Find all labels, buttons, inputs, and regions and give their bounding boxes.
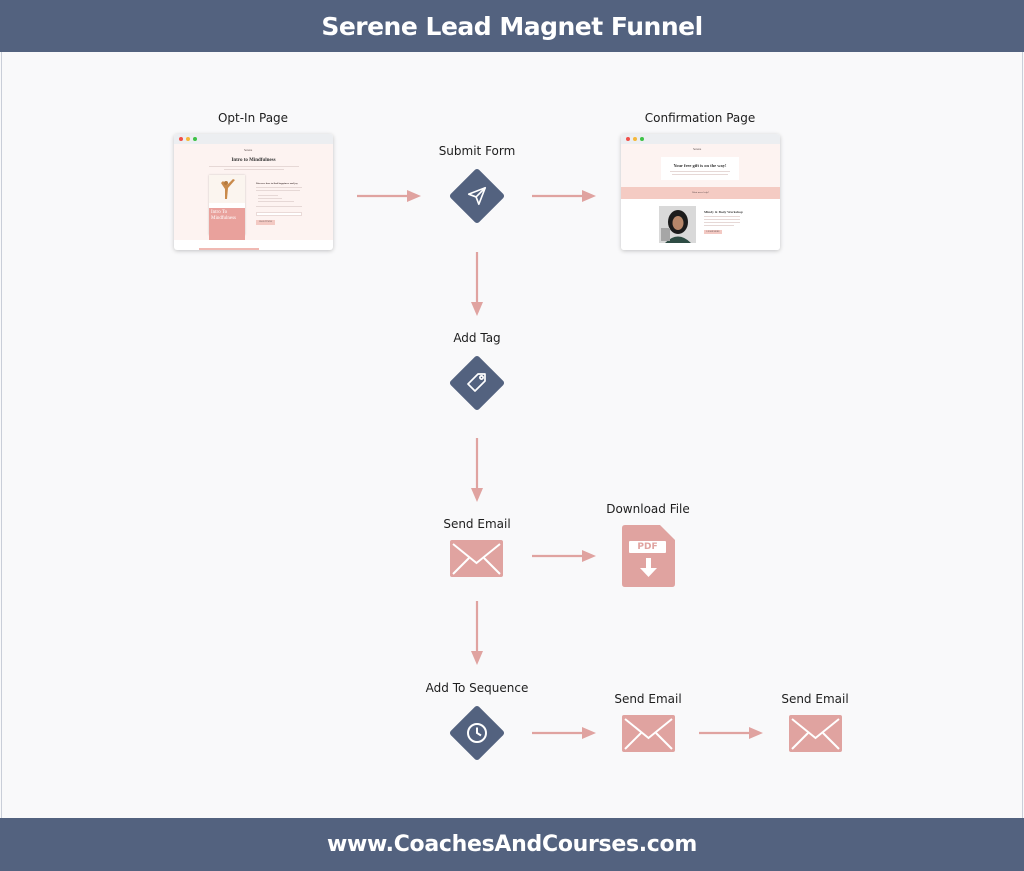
confirm-heading: Your free gift is on the way!: [673, 163, 727, 168]
arrow-tag-to-email: [471, 438, 483, 502]
text-line: [258, 201, 294, 202]
optin-page-thumbnail[interactable]: Serene Intro to Mindfulness Intro To Min…: [174, 134, 333, 250]
browser-bar: [621, 134, 780, 144]
text-line: [258, 198, 282, 199]
envelope-icon[interactable]: [622, 715, 675, 752]
minimize-dot-icon: [186, 137, 190, 141]
maximize-dot-icon: [640, 137, 644, 141]
subheading: Discover how to find happiness and joy: [256, 182, 298, 185]
arrow-email-2-to-email-3: [699, 727, 763, 739]
learn-more-button[interactable]: LEARN MORE: [704, 230, 722, 234]
tag-icon: [448, 354, 506, 412]
workshop-section: Mindy & Body Workshop LEARN MORE: [621, 199, 780, 250]
node-label-confirm: Confirmation Page: [644, 111, 756, 125]
footer-banner: www.CoachesAndCourses.com: [0, 818, 1024, 871]
close-dot-icon: [179, 137, 183, 141]
envelope-icon[interactable]: [789, 715, 842, 752]
node-label-download: Download File: [606, 502, 690, 516]
title-banner: Serene Lead Magnet Funnel: [0, 0, 1024, 52]
ebook-title-block: Intro To Mindfulness: [209, 208, 245, 240]
text-line: [704, 225, 734, 226]
text-line: [704, 216, 740, 217]
text-line: [672, 174, 728, 175]
minimize-dot-icon: [633, 137, 637, 141]
footer-strip: [199, 248, 259, 250]
node-label-submit: Submit Form: [438, 144, 516, 158]
page-heading: Intro to Mindfulness: [231, 158, 276, 163]
node-label-email-3: Send Email: [781, 692, 849, 706]
text-line: [670, 171, 730, 172]
email-input[interactable]: [256, 212, 302, 216]
arrow-submit-to-tag: [471, 252, 483, 316]
node-label-email-2: Send Email: [614, 692, 682, 706]
workshop-photo: [659, 206, 696, 243]
pdf-badge: PDF: [637, 542, 658, 552]
gift-card: Your free gift is on the way!: [661, 157, 739, 180]
website-url[interactable]: www.CoachesAndCourses.com: [327, 832, 697, 857]
text-line: [209, 166, 299, 167]
arrow-email-to-sequence: [471, 601, 483, 665]
brand-name: Serene: [693, 147, 702, 151]
text-line: [258, 195, 278, 196]
node-label-sequence: Add To Sequence: [425, 681, 529, 695]
text-line: [256, 190, 300, 191]
clock-icon: [448, 704, 506, 762]
text-line: [256, 206, 302, 207]
node-label-email-1: Send Email: [443, 517, 511, 531]
arrow-optin-to-submit: [357, 190, 421, 202]
pdf-download-icon[interactable]: PDF: [622, 525, 675, 587]
grab-it-button[interactable]: GRAB IT NOW: [256, 220, 275, 225]
node-label-optin: Opt-In Page: [217, 111, 289, 125]
optin-page-body: Serene Intro to Mindfulness Intro To Min…: [174, 144, 333, 240]
close-dot-icon: [626, 137, 630, 141]
help-band: Want more help?: [621, 187, 780, 199]
ebook-title: Intro To Mindfulness: [211, 210, 236, 221]
confirm-hero: Serene Your free gift is on the way!: [621, 144, 780, 187]
text-line: [704, 222, 740, 223]
envelope-icon[interactable]: [450, 540, 503, 577]
yoga-figure-icon: [209, 175, 245, 203]
text-line: [704, 219, 740, 220]
brand-name: Serene: [244, 148, 253, 152]
confirmation-page-thumbnail[interactable]: Serene Your free gift is on the way! Wan…: [621, 134, 780, 250]
node-label-tag: Add Tag: [453, 331, 501, 345]
diagram-canvas: Opt-In Page Serene Intro to Mindfulness …: [1, 52, 1023, 818]
browser-bar: [174, 134, 333, 144]
ebook-cover: Intro To Mindfulness: [209, 175, 245, 240]
workshop-title: Mindy & Body Workshop: [704, 210, 743, 214]
text-line: [256, 187, 302, 188]
arrow-email-to-download: [532, 550, 596, 562]
text-line: [224, 169, 284, 170]
arrow-submit-to-confirm: [532, 190, 596, 202]
arrow-sequence-to-email-2: [532, 727, 596, 739]
maximize-dot-icon: [193, 137, 197, 141]
send-icon: [448, 167, 506, 225]
diagram-title: Serene Lead Magnet Funnel: [321, 11, 703, 41]
